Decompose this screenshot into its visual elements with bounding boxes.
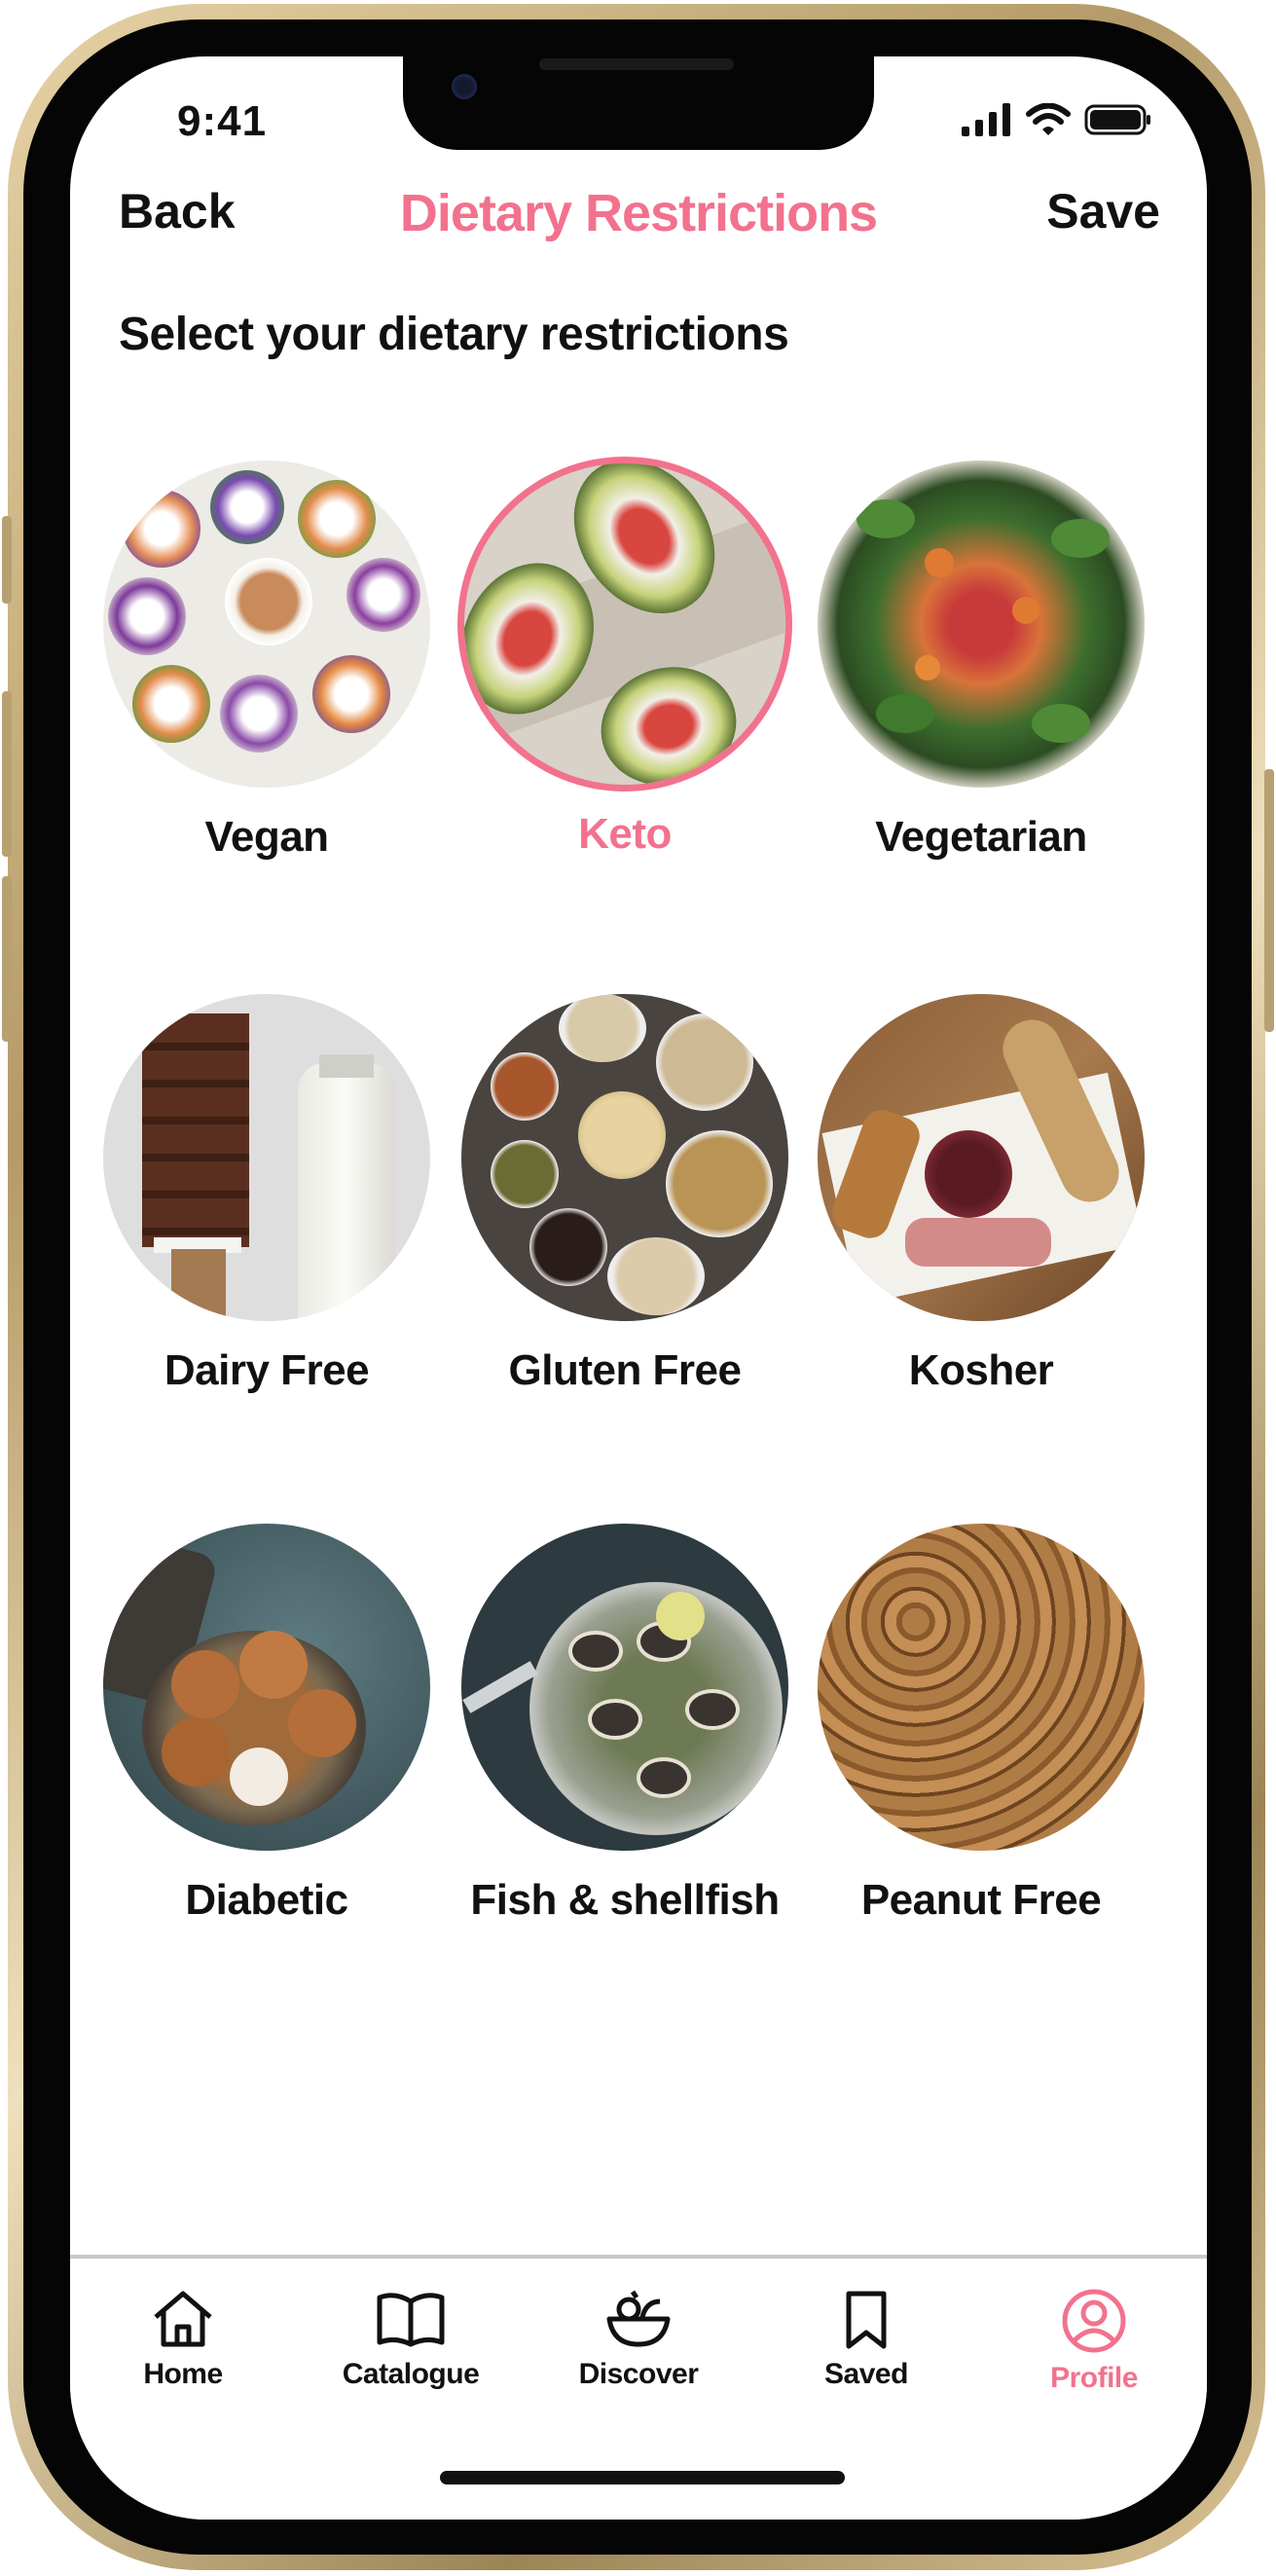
- speaker: [539, 58, 734, 70]
- option-label: Vegan: [204, 813, 329, 861]
- volume-up-button: [2, 691, 12, 857]
- volume-down-button: [2, 876, 12, 1042]
- signal-icon: [962, 103, 1010, 136]
- option-label: Diabetic: [185, 1876, 348, 1924]
- wifi-icon: [1026, 103, 1071, 135]
- tab-label: Discover: [578, 2358, 699, 2390]
- tab-home[interactable]: Home: [86, 2288, 280, 2391]
- brownies-milk-image: [103, 994, 430, 1321]
- section-heading: Select your dietary restrictions: [119, 309, 789, 360]
- save-button[interactable]: Save: [1046, 183, 1160, 239]
- grains-nuts-image: [461, 994, 788, 1321]
- book-icon: [377, 2293, 445, 2347]
- option-label: Peanut Free: [860, 1876, 1102, 1924]
- option-vegetarian[interactable]: Vegetarian: [806, 460, 1156, 862]
- tab-label: Catalogue: [342, 2358, 480, 2390]
- back-button[interactable]: Back: [119, 183, 236, 239]
- page-title: Dietary Restrictions: [399, 184, 878, 242]
- tab-discover[interactable]: Discover: [541, 2288, 736, 2391]
- front-camera: [452, 74, 477, 99]
- home-indicator[interactable]: [440, 2471, 845, 2484]
- mute-switch: [2, 516, 12, 604]
- option-fish-shellfish[interactable]: Fish & shellfish: [450, 1524, 800, 1925]
- option-label: Dairy Free: [164, 1346, 370, 1394]
- option-keto[interactable]: Keto: [450, 460, 800, 859]
- bowl-icon: [606, 2290, 671, 2347]
- option-kosher[interactable]: Kosher: [806, 994, 1156, 1395]
- option-gluten-free[interactable]: Gluten Free: [450, 994, 800, 1395]
- cookies-image: [103, 1524, 430, 1851]
- spring-rolls-image: [103, 460, 430, 788]
- home-icon: [154, 2291, 212, 2347]
- tab-label: Home: [143, 2358, 223, 2390]
- peanuts-image: [818, 1524, 1145, 1851]
- battery-icon: [1084, 104, 1150, 135]
- option-diabetic[interactable]: Diabetic: [91, 1524, 442, 1925]
- salad-image: [818, 460, 1145, 788]
- option-label: Vegetarian: [875, 813, 1087, 861]
- notch: [403, 56, 874, 150]
- option-label: Gluten Free: [508, 1346, 743, 1394]
- tab-saved[interactable]: Saved: [769, 2288, 964, 2391]
- option-label: Kosher: [908, 1346, 1054, 1394]
- nav-bar: Back Dietary Restrictions Save: [70, 183, 1207, 271]
- bookmark-icon: [846, 2291, 887, 2349]
- stuffed-avocado-image: [464, 463, 785, 785]
- option-label: Fish & shellfish: [470, 1876, 780, 1924]
- status-icons: [962, 103, 1152, 136]
- charcuterie-image: [818, 994, 1145, 1321]
- option-label: Keto: [578, 810, 672, 858]
- screen: 9:41 Back Dietary Restrictions Save Sele…: [70, 56, 1207, 2520]
- power-button: [1264, 769, 1274, 1032]
- tab-label: Saved: [824, 2358, 908, 2390]
- tab-label: Profile: [1050, 2362, 1138, 2394]
- profile-icon: [1062, 2289, 1126, 2353]
- clams-image: [461, 1524, 788, 1851]
- option-vegan[interactable]: Vegan: [91, 460, 442, 862]
- status-time: 9:41: [177, 97, 268, 145]
- option-dairy-free[interactable]: Dairy Free: [91, 994, 442, 1395]
- tab-catalogue[interactable]: Catalogue: [313, 2288, 508, 2391]
- option-peanut-free[interactable]: Peanut Free: [806, 1524, 1156, 1925]
- tab-profile[interactable]: Profile: [997, 2288, 1191, 2395]
